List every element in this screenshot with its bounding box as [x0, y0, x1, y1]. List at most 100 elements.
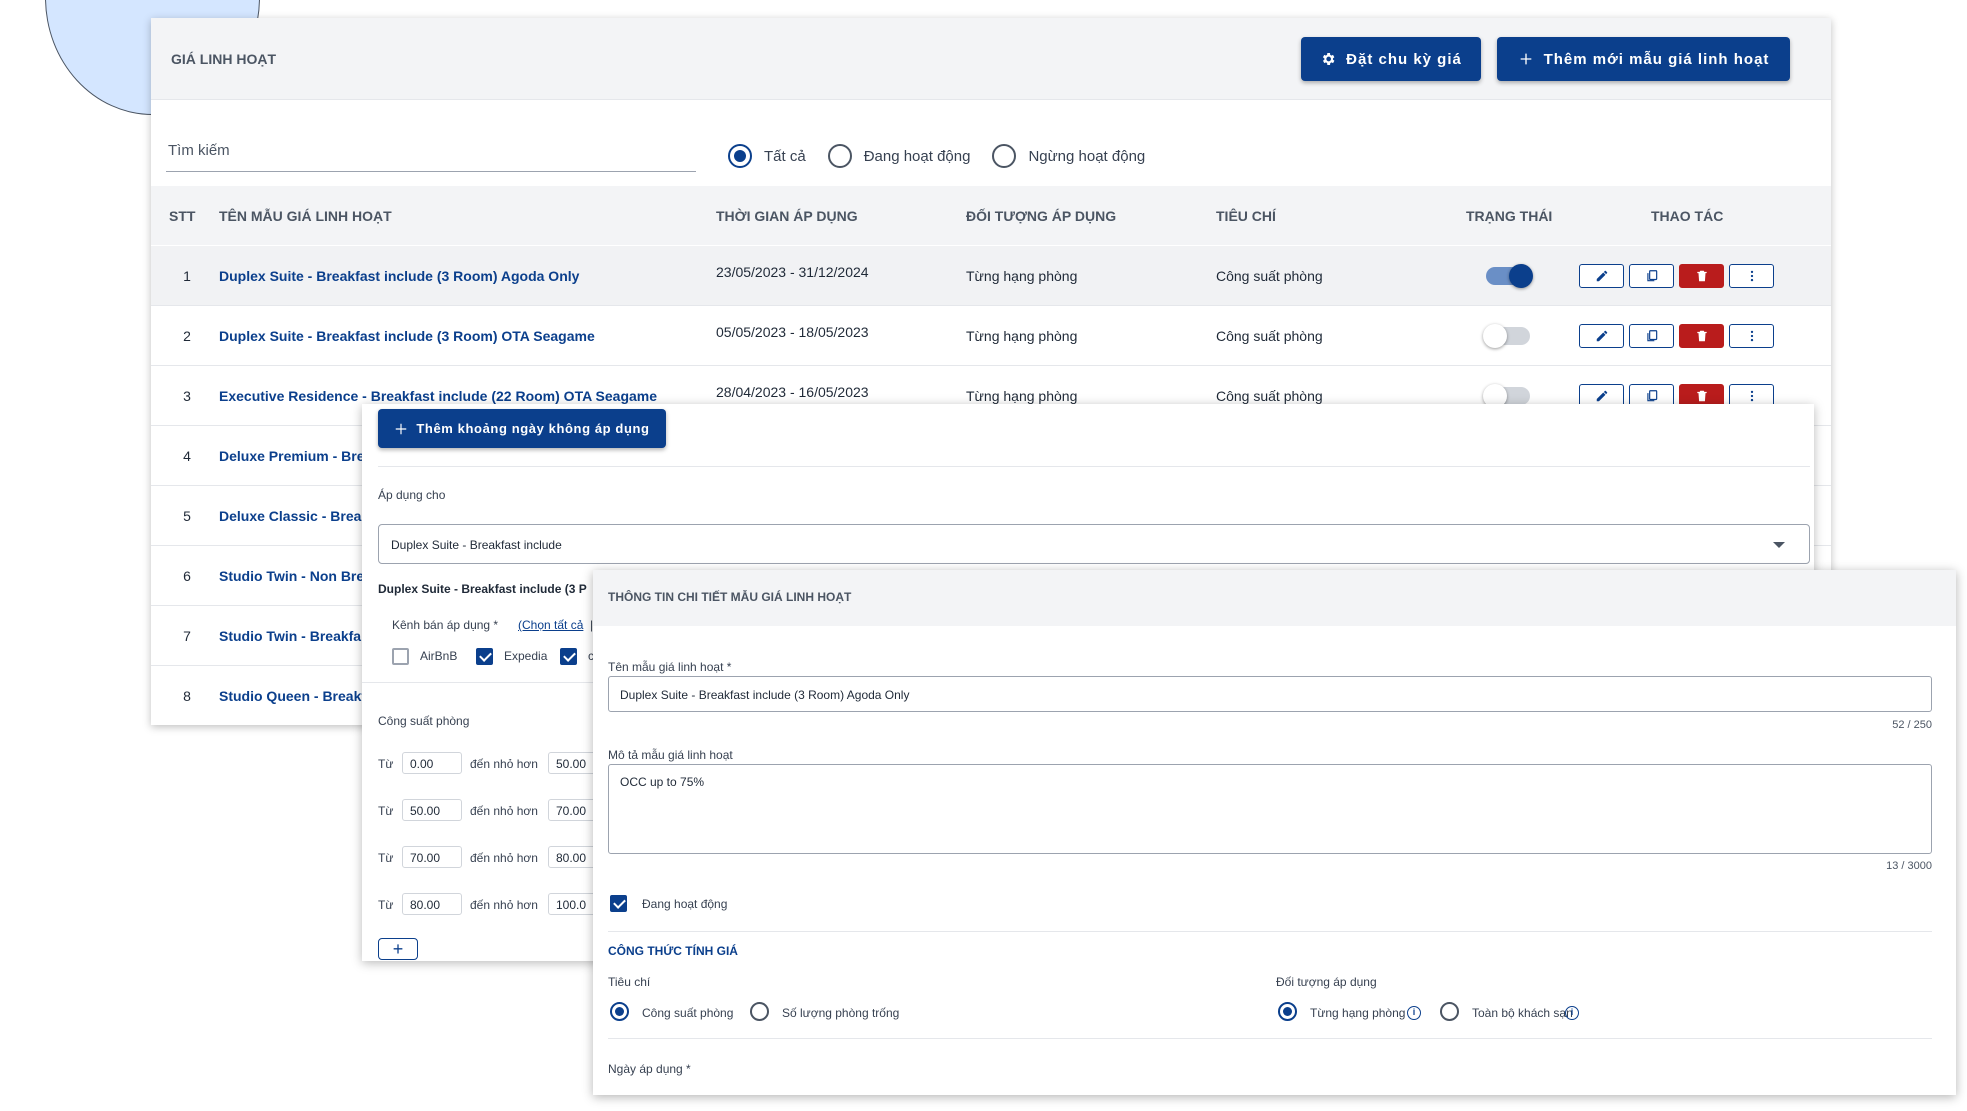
search-placeholder: Tìm kiếm	[168, 142, 230, 159]
channel-other-checkbox[interactable]	[560, 648, 577, 665]
name-label: Tên mẫu giá linh hoạt *	[608, 660, 732, 674]
add-excluded-range-label: Thêm khoảng ngày không áp dụng	[416, 421, 650, 436]
channel-expedia-label: Expedia	[504, 649, 548, 663]
row-name-link[interactable]: Studio Twin - Non Bre	[219, 568, 364, 584]
detail-header: THÔNG TIN CHI TIẾT MẪU GIÁ LINH HOẠT	[593, 570, 1956, 626]
capacity-label: Công suất phòng	[378, 714, 470, 728]
filter-all[interactable]: Tất cả	[728, 144, 806, 168]
row-name-link[interactable]: Deluxe Premium - Bre	[219, 448, 365, 464]
description-textarea[interactable]: OCC up to 75%	[608, 764, 1932, 854]
name-input[interactable]: Duplex Suite - Breakfast include (3 Room…	[608, 676, 1932, 712]
active-checkbox[interactable]	[610, 895, 627, 912]
apply-for-select[interactable]: Duplex Suite - Breakfast include	[378, 524, 1810, 564]
trash-icon	[1696, 390, 1707, 402]
copy-icon	[1646, 270, 1657, 282]
filter-active[interactable]: Đang hoạt động	[827, 144, 970, 168]
col-name: TÊN MẪU GIÁ LINH HOẠT	[219, 208, 392, 224]
status-filter: Tất cả Đang hoạt động Ngừng hoạt động	[728, 144, 1145, 168]
formula-section-title: CÔNG THỨC TÍNH GIÁ	[608, 944, 738, 958]
info-icon[interactable]: i	[1407, 1006, 1421, 1020]
from-input[interactable]: 80.00	[402, 893, 462, 915]
object-hotel-radio[interactable]	[1440, 1002, 1459, 1021]
edit-icon	[1596, 390, 1607, 402]
name-char-count: 52 / 250	[1892, 719, 1932, 731]
table-header: STT TÊN MẪU GIÁ LINH HOẠT THỜI GIAN ÁP D…	[151, 186, 1831, 245]
edit-button[interactable]	[1579, 264, 1624, 288]
criteria-label: Tiêu chí	[608, 975, 651, 989]
channel-expedia-checkbox[interactable]	[476, 648, 493, 665]
row-name-link[interactable]: Duplex Suite - Breakfast include (3 Room…	[219, 268, 579, 284]
divider	[608, 1038, 1932, 1039]
criteria-vacancy-label: Số lượng phòng trống	[782, 1006, 900, 1020]
more-vertical-icon	[1750, 330, 1753, 342]
status-toggle[interactable]	[1483, 384, 1530, 408]
add-excluded-range-button[interactable]: Thêm khoảng ngày không áp dụng	[378, 409, 666, 448]
delete-button[interactable]	[1679, 324, 1724, 348]
criteria-capacity-label: Công suất phòng	[642, 1006, 734, 1020]
copy-button[interactable]	[1629, 264, 1674, 288]
add-flexible-price-button[interactable]: Thêm mới mẫu giá linh hoạt	[1497, 37, 1790, 81]
apply-date-label: Ngày áp dụng *	[608, 1062, 691, 1076]
object-room-type-label: Từng hạng phòng	[1310, 1006, 1406, 1020]
caret-down-icon	[1773, 542, 1785, 548]
more-vertical-icon	[1750, 390, 1753, 402]
detail-title: THÔNG TIN CHI TIẾT MẪU GIÁ LINH HOẠT	[608, 590, 852, 604]
plus-icon: +	[392, 939, 404, 959]
gear-icon	[1323, 53, 1335, 65]
more-button[interactable]	[1729, 324, 1774, 348]
row-name-link[interactable]: Studio Queen - Breakf	[219, 688, 366, 704]
name-value: Duplex Suite - Breakfast include (3 Room…	[620, 688, 910, 702]
row-name-link[interactable]: Studio Twin - Breakfa	[219, 628, 361, 644]
col-actions: THAO TÁC	[1651, 208, 1724, 224]
search-input[interactable]: Tìm kiếm	[166, 142, 696, 172]
status-toggle[interactable]	[1483, 324, 1530, 348]
row-name-link[interactable]: Deluxe Classic - Breal	[219, 508, 365, 524]
from-label: Từ	[378, 804, 394, 818]
table-row[interactable]: 1 Duplex Suite - Breakfast include (3 Ro…	[151, 246, 1831, 306]
criteria-capacity-radio[interactable]	[610, 1002, 629, 1021]
row-object: Từng hạng phòng	[966, 328, 1078, 344]
filter-inactive[interactable]: Ngừng hoạt động	[992, 144, 1145, 168]
row-time: 05/05/2023 - 18/05/2023	[716, 324, 869, 340]
filter-inactive-label: Ngừng hoạt động	[1028, 147, 1146, 165]
row-stt: 3	[183, 388, 191, 404]
copy-button[interactable]	[1629, 324, 1674, 348]
trash-icon	[1696, 330, 1707, 342]
row-time: 23/05/2023 - 31/12/2024	[716, 264, 869, 280]
description-value: OCC up to 75%	[620, 775, 705, 789]
divider	[378, 466, 1810, 467]
radio-selected-icon	[728, 144, 752, 168]
row-name-link[interactable]: Duplex Suite - Breakfast include (3 Room…	[219, 328, 595, 344]
edit-icon	[1596, 270, 1607, 282]
radio-icon	[992, 144, 1017, 168]
channel-airbnb-checkbox[interactable]	[392, 648, 409, 665]
row-stt: 2	[183, 328, 191, 344]
status-toggle[interactable]	[1486, 264, 1533, 288]
from-label: Từ	[378, 851, 394, 865]
trash-icon	[1696, 270, 1707, 282]
delete-button[interactable]	[1679, 264, 1724, 288]
criteria-vacancy-radio[interactable]	[750, 1002, 769, 1021]
set-price-cycle-button[interactable]: Đặt chu kỳ giá	[1301, 37, 1481, 81]
row-criteria: Công suất phòng	[1216, 388, 1323, 404]
row-actions	[1579, 264, 1774, 288]
more-button[interactable]	[1729, 264, 1774, 288]
select-all-link[interactable]: (Chọn tất cả	[518, 618, 583, 632]
add-flexible-price-label: Thêm mới mẫu giá linh hoạt	[1543, 50, 1770, 68]
info-icon[interactable]: i	[1565, 1006, 1579, 1020]
object-hotel-label: Toàn bộ khách sạn	[1472, 1006, 1573, 1020]
from-input[interactable]: 0.00	[402, 752, 462, 774]
object-room-type-radio[interactable]	[1278, 1002, 1297, 1021]
col-criteria: TIÊU CHÍ	[1216, 208, 1276, 224]
from-input[interactable]: 70.00	[402, 846, 462, 868]
row-name-link[interactable]: Executive Residence - Breakfast include …	[219, 388, 657, 404]
add-range-button[interactable]: +	[378, 938, 418, 960]
more-vertical-icon	[1750, 270, 1753, 282]
row-time: 28/04/2023 - 16/05/2023	[716, 384, 869, 400]
row-stt: 4	[183, 448, 191, 464]
edit-button[interactable]	[1579, 324, 1624, 348]
row-stt: 5	[183, 508, 191, 524]
to-label: đến nhỏ hơn	[470, 757, 538, 771]
table-row[interactable]: 2 Duplex Suite - Breakfast include (3 Ro…	[151, 306, 1831, 366]
from-input[interactable]: 50.00	[402, 799, 462, 821]
